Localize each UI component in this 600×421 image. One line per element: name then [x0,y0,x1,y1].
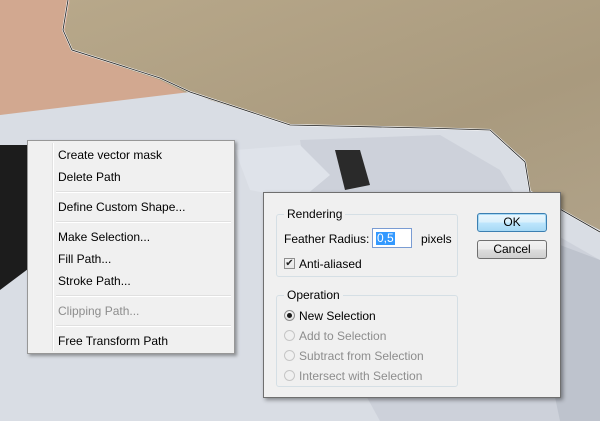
menu-separator [56,191,231,193]
radio-new-selection[interactable] [284,310,295,321]
radio-add-to-selection [284,330,295,341]
ok-button[interactable]: OK [477,213,547,232]
feather-radius-input[interactable]: 0,5 [372,228,412,248]
menu-item-free-transform-path[interactable]: Free Transform Path [58,331,168,351]
new-selection-label[interactable]: New Selection [299,308,376,324]
intersect-with-selection-label: Intersect with Selection [299,369,423,383]
menu-item-make-selection[interactable]: Make Selection... [58,227,150,247]
rendering-group-title: Rendering [284,206,346,222]
menu-item-create-vector-mask[interactable]: Create vector mask [58,145,162,165]
add-to-selection-label: Add to Selection [299,329,387,343]
menu-separator [56,221,231,223]
operation-group-title: Operation [284,287,343,303]
radio-intersect-with-selection [284,370,295,381]
feather-radius-label: Feather Radius: [284,232,370,246]
feather-radius-value: 0,5 [376,231,395,245]
antialiased-label[interactable]: Anti-aliased [299,256,362,272]
menu-separator [56,295,231,297]
menu-item-delete-path[interactable]: Delete Path [58,167,121,187]
cancel-button[interactable]: Cancel [477,240,547,259]
make-selection-dialog: Rendering Feather Radius: 0,5 pixels ✔ A… [263,192,561,398]
menu-item-define-custom-shape[interactable]: Define Custom Shape... [58,197,185,217]
path-context-menu: Create vector mask Delete Path Define Cu… [27,140,235,354]
feather-unit-label: pixels [421,232,452,246]
menu-gutter [52,143,54,351]
menu-item-fill-path[interactable]: Fill Path... [58,249,111,269]
antialiased-checkbox[interactable]: ✔ [284,258,295,269]
menu-item-stroke-path[interactable]: Stroke Path... [58,271,131,291]
menu-item-clipping-path: Clipping Path... [58,304,140,318]
subtract-from-selection-label: Subtract from Selection [299,349,424,363]
menu-separator [56,325,231,327]
radio-subtract-from-selection [284,350,295,361]
